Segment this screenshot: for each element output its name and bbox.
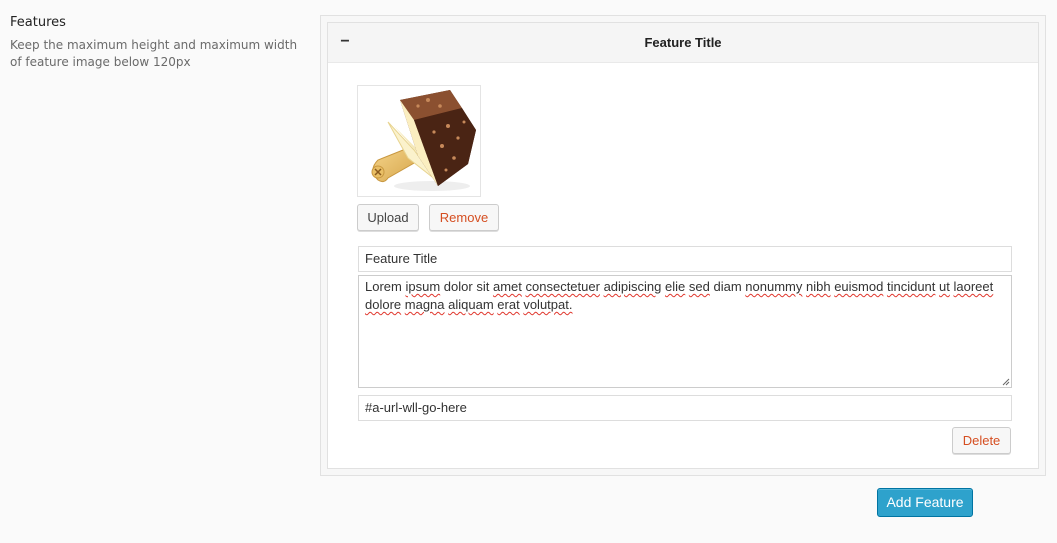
resize-handle-icon[interactable] xyxy=(1002,378,1010,386)
feature-description-textarea[interactable]: Lorem ipsum dolor sit amet consectetuer … xyxy=(358,275,1012,388)
description-word: sed xyxy=(688,279,710,294)
description-word: euismod xyxy=(834,279,884,294)
description-word: sit xyxy=(476,279,490,294)
upload-button[interactable]: Upload xyxy=(357,204,419,231)
feature-url-input[interactable]: #a-url-wll-go-here xyxy=(358,395,1012,421)
description-word: amet xyxy=(492,279,522,294)
description-word: magna xyxy=(404,297,445,312)
description-word: consectetuer xyxy=(525,279,600,294)
features-container: − Feature Title Upload Remove Feature Ti… xyxy=(320,15,1046,476)
description-word: laoreet xyxy=(953,279,994,294)
description-word: ut xyxy=(939,279,950,294)
description-word: dolore xyxy=(365,297,402,312)
description-word: elie xyxy=(665,279,686,294)
description-word: ipsum xyxy=(405,279,441,294)
section-heading: Features xyxy=(10,15,66,30)
description-word: diam xyxy=(713,279,742,294)
feature-title-input[interactable]: Feature Title xyxy=(358,246,1012,272)
feature-description-text: Lorem ipsum dolor sit amet consectetuer … xyxy=(365,279,993,312)
add-feature-button[interactable]: Add Feature xyxy=(877,488,973,517)
feature-item-title: Feature Title xyxy=(644,35,722,50)
description-word: aliquam xyxy=(448,297,494,312)
feature-item-panel: − Feature Title Upload Remove Feature Ti… xyxy=(327,22,1039,469)
description-word: volutpat. xyxy=(523,297,573,312)
description-word: tincidunt xyxy=(886,279,936,294)
description-word: nonummy xyxy=(745,279,803,294)
description-word: Lorem xyxy=(365,279,402,294)
description-word: adipiscing xyxy=(603,279,662,294)
section-description: Keep the maximum height and maximum widt… xyxy=(10,38,298,69)
remove-button[interactable]: Remove xyxy=(429,204,499,231)
description-word: nibh xyxy=(806,279,831,294)
description-word: erat xyxy=(497,297,520,312)
delete-button[interactable]: Delete xyxy=(952,427,1011,454)
feature-image-preview xyxy=(357,85,481,197)
settings-label-column: Features Keep the maximum height and max… xyxy=(10,15,310,71)
ice-cream-bar-image xyxy=(371,90,476,191)
feature-item-header[interactable]: − Feature Title xyxy=(328,23,1038,63)
description-word: dolor xyxy=(443,279,473,294)
